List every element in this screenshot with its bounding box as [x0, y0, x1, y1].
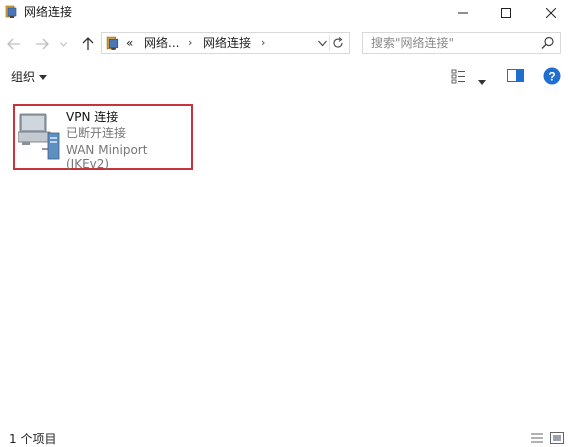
network-folder-icon [5, 5, 17, 18]
preview-pane-icon [507, 69, 524, 82]
forward-arrow-icon [36, 38, 49, 50]
chevron-down-icon[interactable] [318, 37, 327, 50]
large-icons-view-icon [550, 432, 564, 444]
large-icons-view-button[interactable] [550, 432, 564, 444]
details-view-icon [531, 433, 543, 443]
refresh-button[interactable] [329, 35, 346, 51]
connection-device: WAN Miniport (IKEv2) [66, 143, 148, 171]
change-view-button[interactable] [451, 68, 467, 87]
chevron-down-icon [59, 41, 67, 47]
breadcrumb-separator[interactable]: › [261, 36, 265, 50]
up-button[interactable] [79, 34, 97, 54]
title-bar: 网络连接 [0, 0, 568, 26]
minimize-button[interactable] [440, 0, 486, 26]
back-button[interactable] [5, 34, 23, 54]
status-bar: 1 个项目 [0, 430, 568, 447]
search-icon[interactable] [541, 36, 555, 50]
item-count: 1 个项目 [9, 432, 57, 446]
breadcrumb-network[interactable]: 网络... [144, 36, 179, 50]
back-arrow-icon [7, 38, 20, 50]
breadcrumb-overflow[interactable]: « [126, 36, 133, 50]
connection-status: 已断开连接 [66, 126, 127, 140]
recent-locations-button[interactable] [58, 34, 68, 54]
maximize-button[interactable] [483, 0, 529, 26]
breadcrumb-network-connections[interactable]: 网络连接 [203, 36, 251, 50]
dropdown-arrow-icon [39, 74, 48, 80]
details-view-button[interactable] [530, 432, 544, 444]
connection-name: VPN 连接 [66, 110, 119, 124]
help-button[interactable]: ? [543, 67, 561, 88]
maximize-icon [501, 8, 511, 18]
dropdown-arrow-icon [478, 80, 486, 85]
search-box[interactable]: 搜索"网络连接" [362, 32, 561, 54]
help-icon: ? [543, 67, 561, 85]
connection-item-vpn[interactable]: VPN 连接 已断开连接 WAN Miniport (IKEv2) [13, 104, 193, 171]
close-icon [546, 8, 556, 18]
close-button[interactable] [528, 0, 568, 26]
preview-pane-button[interactable] [507, 68, 524, 86]
network-connection-icon [18, 113, 60, 160]
search-placeholder: 搜索"网络连接" [371, 36, 455, 50]
breadcrumb-separator[interactable]: › [188, 36, 192, 50]
minimize-icon [458, 12, 468, 14]
up-arrow-icon [82, 37, 94, 50]
organize-label: 组织 [11, 70, 36, 84]
window-title: 网络连接 [24, 5, 73, 19]
organize-menu[interactable]: 组织 [11, 70, 48, 84]
network-folder-icon [106, 36, 119, 50]
address-bar[interactable]: « 网络... › 网络连接 › [101, 32, 350, 54]
svg-text:?: ? [548, 70, 555, 84]
refresh-icon [333, 37, 343, 48]
view-options-dropdown[interactable] [478, 74, 486, 88]
forward-button[interactable] [33, 34, 51, 54]
change-view-icon [451, 69, 465, 84]
